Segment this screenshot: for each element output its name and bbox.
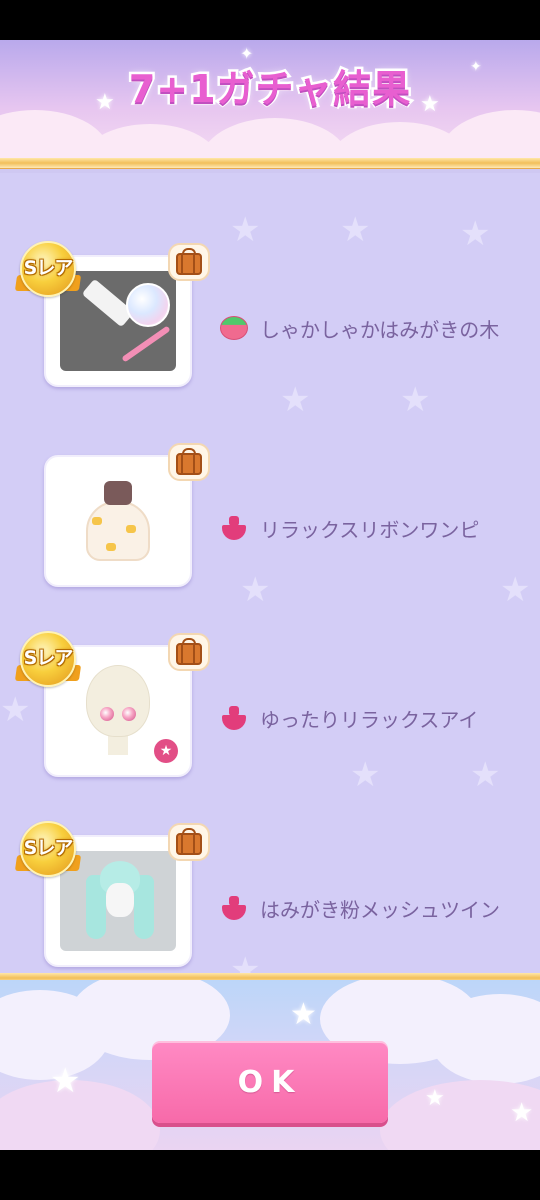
status-bar [0, 0, 540, 40]
bag-icon [168, 243, 210, 281]
sparkle-icon: ★ [425, 1086, 445, 1111]
bg-star-icon: ★ [340, 210, 371, 250]
bag-icon [168, 823, 210, 861]
dress-category-icon [218, 894, 250, 922]
hair-icon [80, 855, 160, 947]
dress-category-icon [218, 514, 250, 542]
bag-icon [168, 443, 210, 481]
item-name-row: しゃかしゃかはみがきの木 [218, 313, 499, 343]
rare-medal: Sレア [14, 819, 82, 879]
dialog-title: 7+1ガチャ結果 [126, 65, 412, 114]
sparkle-icon: ★ [50, 1061, 81, 1101]
item-name-row: はみがき粉メッシュツイン [218, 893, 500, 923]
rarity-label: Sレア [23, 837, 74, 859]
cloud-decoration [440, 110, 540, 165]
bg-star-icon: ★ [230, 210, 261, 250]
face-eyes-icon [82, 665, 154, 757]
result-item[interactable]: ★ Sレア ゆったりリラックスアイ [0, 631, 540, 783]
bag-icon [168, 633, 210, 671]
fruit-icon [218, 314, 250, 342]
bubble-icon [126, 283, 170, 327]
toothbrush-icon [121, 325, 171, 363]
rare-medal: Sレア [14, 239, 82, 299]
navigation-bar [0, 1150, 540, 1200]
dress-icon [86, 477, 150, 565]
sparkle-icon: ★ [510, 1098, 534, 1128]
rarity-label: Sレア [23, 647, 74, 669]
result-list[interactable]: ★ ★ ★ ★ ★ ★ ★ ★ ★ ★ ★ Sレア しゃかしゃかはみがきの木 リ… [0, 173, 540, 973]
rare-medal: Sレア [14, 629, 82, 689]
sparkle-icon: ★ [290, 997, 317, 1032]
item-name-row: ゆったりリラックスアイ [218, 703, 478, 733]
result-item[interactable]: Sレア しゃかしゃかはみがきの木 [0, 241, 540, 393]
favorite-star-icon: ★ [154, 739, 178, 763]
header-banner: ★ ✦ ★ ✦ 7+1ガチャ結果 [0, 40, 540, 165]
item-name: しゃかしゃかはみがきの木 [260, 317, 500, 342]
gacha-result-screen: ★ ✦ ★ ✦ 7+1ガチャ結果 ★ ★ ★ ★ ★ ★ ★ ★ ★ ★ ★ S… [0, 40, 540, 1150]
item-name-row: リラックスリボンワンピ [218, 513, 479, 543]
item-thumbnail [60, 471, 176, 571]
item-name: ゆったりリラックスアイ [260, 707, 479, 732]
rarity-label: Sレア [23, 257, 74, 279]
item-name: リラックスリボンワンピ [260, 517, 480, 542]
ok-button[interactable]: OK [152, 1041, 388, 1123]
result-item[interactable]: Sレア はみがき粉メッシュツイン [0, 821, 540, 973]
header-divider [0, 158, 540, 168]
dress-category-icon [218, 704, 250, 732]
result-item[interactable]: リラックスリボンワンピ [0, 443, 540, 593]
item-name: はみがき粉メッシュツイン [260, 897, 500, 922]
